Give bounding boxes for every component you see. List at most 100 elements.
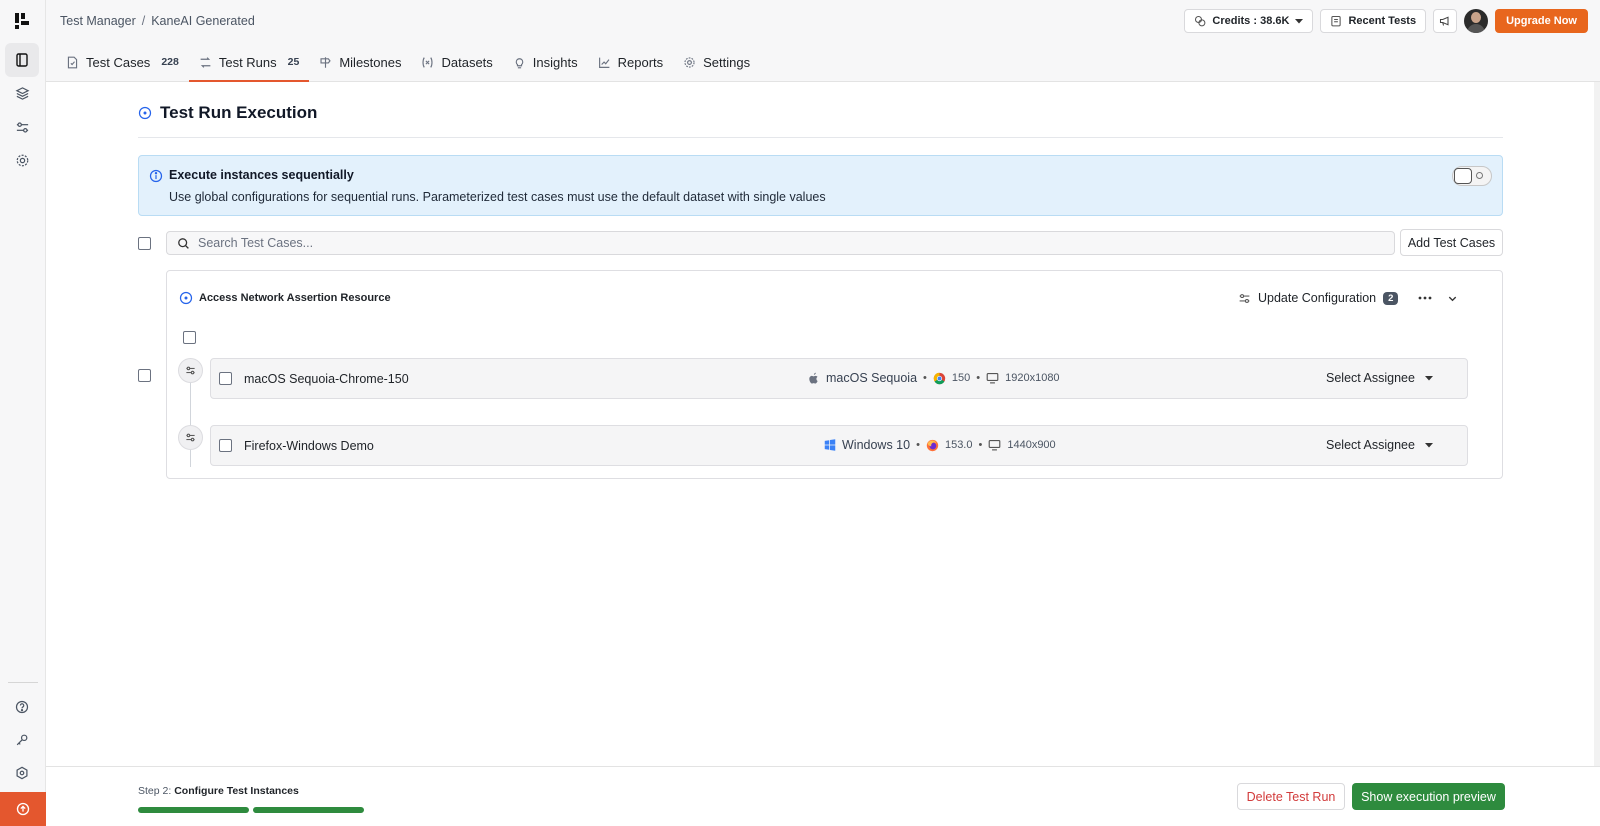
settings-rail-button[interactable] [5,143,39,177]
credits-button[interactable]: Credits : 38.6K [1184,9,1314,33]
clipboard-list-icon [1331,15,1342,27]
instance-checkbox[interactable] [219,372,232,385]
layers-rail-button[interactable] [5,76,39,110]
test-case-title: Access Network Assertion Resource [199,292,391,304]
update-configuration-button[interactable]: Update Configuration 2 [1238,291,1399,305]
instance-config-node[interactable] [178,425,203,450]
search-icon [178,237,189,249]
test-case-checkbox[interactable] [138,369,151,382]
sliders-icon [16,121,28,133]
book-icon [16,53,28,67]
chrome-icon [933,372,946,384]
file-test-icon [67,56,78,68]
instance-resolution: 1440x900 [1007,439,1056,451]
rail-divider [8,682,38,683]
tab-test-cases[interactable]: Test Cases 228 [56,42,189,82]
breadcrumb-root[interactable]: Test Manager [60,14,136,28]
tab-label: Test Runs [218,54,277,70]
sequential-toggle[interactable] [1452,166,1492,186]
instance-name: Firefox-Windows Demo [244,439,374,453]
upgrade-rail-button[interactable] [0,792,46,826]
toggle-knob [1454,168,1472,184]
tab-settings[interactable]: Settings [673,42,760,82]
tab-milestones[interactable]: Milestones [309,42,411,82]
test-manager-rail-button[interactable] [5,43,39,77]
banner-title: Execute instances sequentially [169,168,354,182]
circle-info-icon [138,106,152,120]
run-arrows-icon [200,56,211,68]
show-execution-preview-button[interactable]: Show execution preview [1352,783,1505,810]
header-actions: Credits : 38.6K Recent Tests Upgrade Now [1184,9,1588,33]
select-all-checkbox[interactable] [138,237,151,250]
tab-count: 228 [161,56,179,68]
wizard-footer: Step 2: Configure Test Instances Delete … [46,766,1600,826]
circle-info-icon [179,291,193,305]
main-scrollbar[interactable] [1594,82,1600,766]
assignee-label: Select Assignee [1326,371,1415,385]
select-assignee-dropdown[interactable]: Select Assignee [1326,371,1433,385]
instance-config-node[interactable] [178,358,203,383]
tab-datasets[interactable]: Datasets [411,42,502,82]
apple-icon [809,372,818,384]
breadcrumb-current[interactable]: KaneAI Generated [151,14,255,28]
search-input[interactable] [198,236,1298,250]
breadcrumb: Test Manager / KaneAI Generated [60,14,255,28]
monitor-icon [986,372,999,384]
tab-test-runs[interactable]: Test Runs 25 [188,42,310,82]
help-rail-button[interactable] [5,690,39,724]
recent-tests-label: Recent Tests [1348,15,1417,27]
more-horizontal-icon [1418,296,1432,300]
app-logo[interactable] [12,11,32,31]
line-chart-icon [598,57,610,68]
upgrade-now-button[interactable]: Upgrade Now [1495,9,1588,33]
recent-tests-button[interactable]: Recent Tests [1320,9,1427,33]
caret-down-icon [1295,19,1304,24]
info-icon [149,169,163,183]
arrow-up-circle-icon [16,802,30,816]
tab-label: Settings [703,54,751,70]
monitor-icon [988,439,1001,451]
key-icon [16,734,28,746]
caret-down-icon [1424,443,1433,448]
collapse-button[interactable] [1447,293,1458,304]
page-header: Test Run Execution [138,103,1503,138]
step-name: Configure Test Instances [174,785,299,797]
coins-icon [1195,15,1206,27]
progress-step-2 [253,807,364,813]
tab-label: Milestones [339,54,402,70]
instance-row: macOS Sequoia-Chrome-150 macOS Sequoia •… [210,358,1468,399]
gear-icon [16,154,28,166]
left-rail [0,0,46,826]
tab-label: Datasets [441,54,493,70]
lightbulb-icon [515,57,524,68]
tab-reports[interactable]: Reports [588,42,674,82]
delete-test-run-button[interactable]: Delete Test Run [1237,783,1345,810]
chevron-down-icon [1448,296,1457,302]
main-tabs: Test Cases 228 Test Runs 25 Milestones D… [46,42,760,82]
assignee-label: Select Assignee [1326,438,1415,452]
tab-insights[interactable]: Insights [503,42,588,82]
page-title: Test Run Execution [160,103,318,122]
variable-icon [422,56,434,68]
separator-dot: • [923,372,927,384]
megaphone-icon [1440,16,1449,26]
progress-step-1 [138,807,249,813]
signpost-icon [320,56,332,68]
tab-label: Test Cases [86,54,151,70]
main-content: Test Run Execution Execute instances seq… [46,82,1600,766]
more-options-button[interactable] [1417,291,1433,305]
announcements-button[interactable] [1433,9,1458,33]
integrations-rail-button[interactable] [5,756,39,790]
hexagon-icon [16,766,28,780]
select-assignee-dropdown[interactable]: Select Assignee [1326,438,1433,452]
user-avatar[interactable] [1464,9,1489,33]
instances-select-all-checkbox[interactable] [183,331,196,344]
sliders-icon [186,366,195,375]
gear-icon [684,56,695,68]
instance-checkbox[interactable] [219,439,232,452]
step-indicator: Step 2: Configure Test Instances [138,785,299,797]
key-rail-button[interactable] [5,723,39,757]
add-test-cases-button[interactable]: Add Test Cases [1400,229,1503,256]
config-rail-button[interactable] [5,110,39,144]
windows-icon [824,439,836,451]
